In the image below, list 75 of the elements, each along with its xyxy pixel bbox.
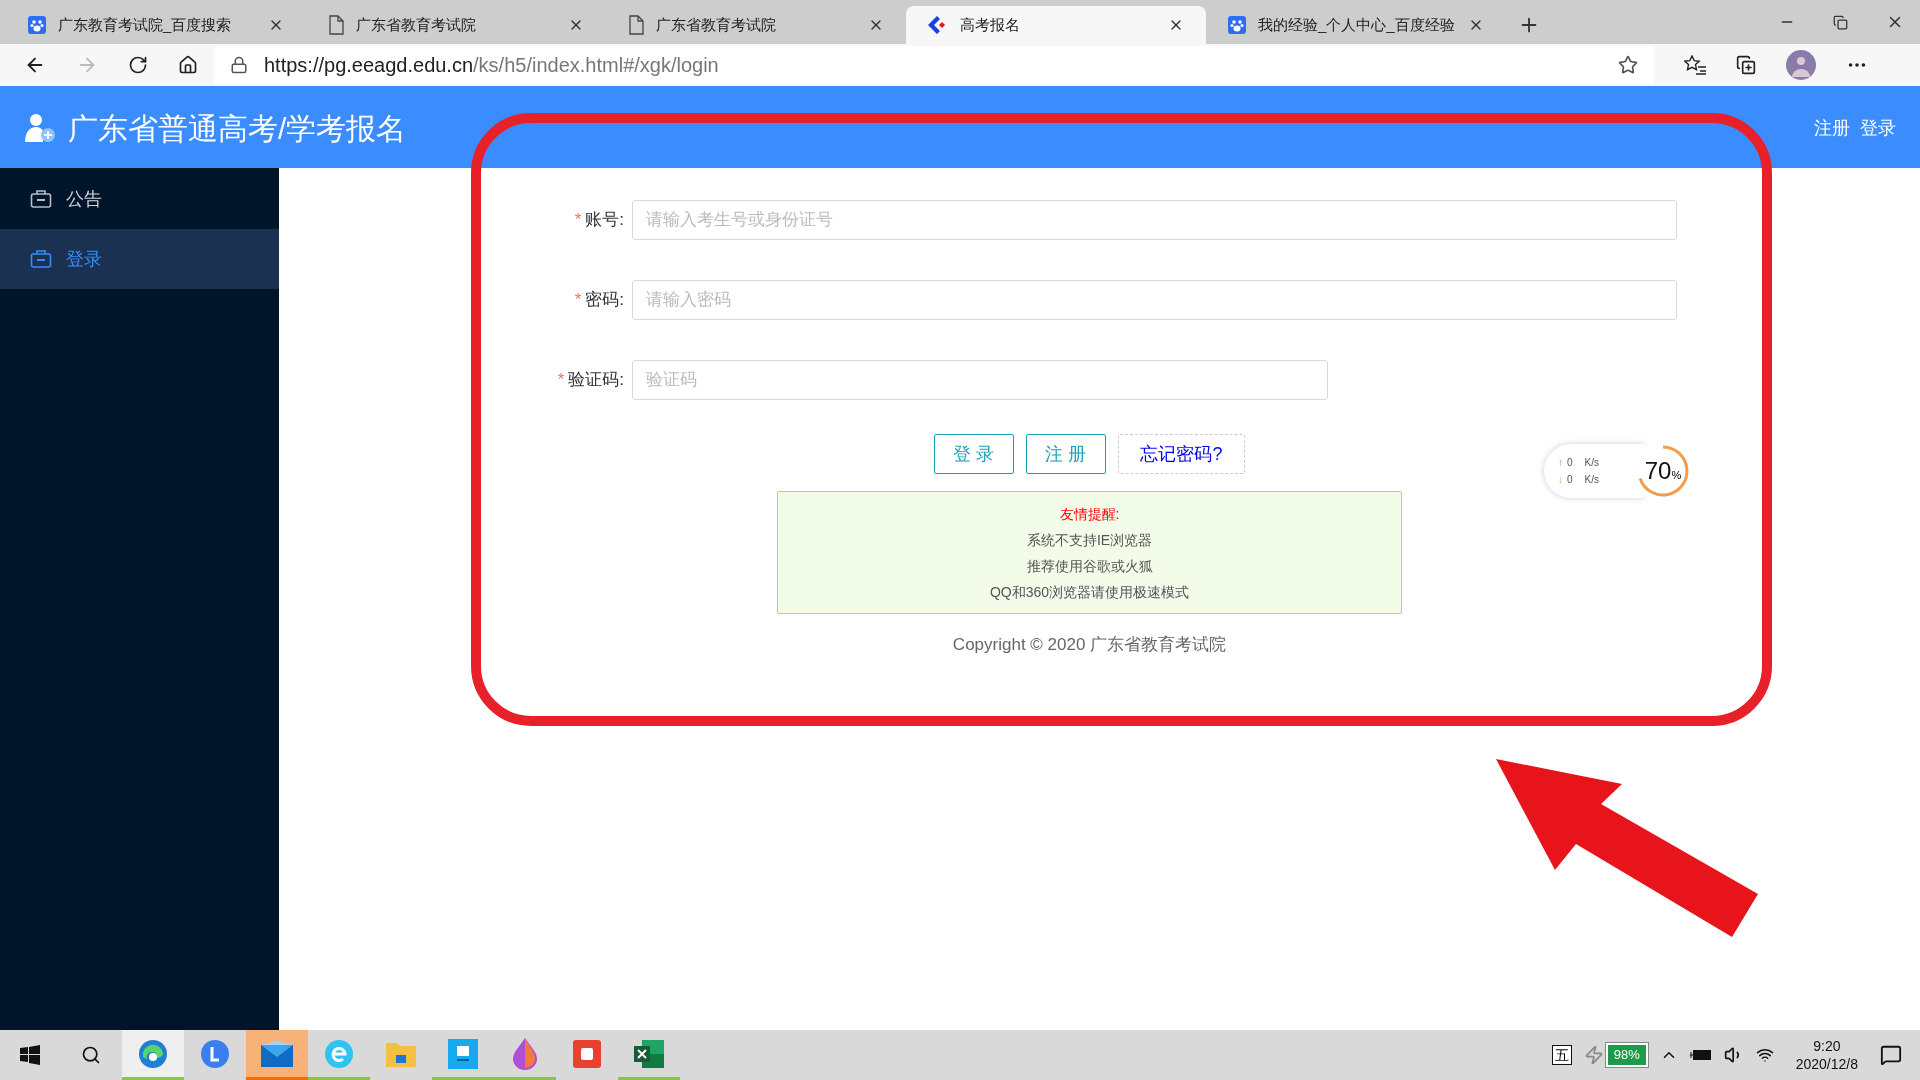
percent-sign: % [1671, 468, 1682, 483]
download-speed: 0 [1567, 473, 1573, 487]
download-unit: K/s [1584, 473, 1599, 487]
browser-tab[interactable]: 广东教育考试院_百度搜索 [6, 6, 306, 44]
home-icon[interactable] [178, 55, 198, 75]
mail-icon[interactable] [261, 1040, 293, 1067]
memory-percent: 70 [1644, 456, 1672, 486]
avatar-icon[interactable] [1786, 50, 1816, 80]
restore-icon[interactable] [1833, 14, 1848, 30]
field-label: 密码: [585, 289, 624, 312]
notification-icon[interactable] [1880, 1044, 1902, 1066]
windows-start-icon[interactable] [20, 1045, 40, 1065]
download-arrow: ↓ [1558, 473, 1563, 487]
collections-icon[interactable] [1736, 55, 1756, 75]
notice-line: 系统不支持IE浏览器 [1026, 531, 1153, 550]
browser-app-icon[interactable] [138, 1038, 168, 1069]
search-icon[interactable] [81, 1045, 101, 1065]
required-mark: * [557, 369, 565, 392]
field-label: 验证码: [568, 369, 624, 392]
page-icon [628, 15, 644, 35]
taskbar-button[interactable] [246, 1030, 308, 1080]
upload-arrow: ↑ [1558, 456, 1563, 470]
clock-date[interactable]: 2020/12/8 [1795, 1055, 1858, 1073]
percent-ring [1638, 445, 1689, 497]
address-field[interactable]: https://pg.eeagd.edu.cn/ks/h5/index.html#/xgk/login [214, 46, 1654, 84]
input-field[interactable]: 请输入密码 [632, 280, 1677, 320]
wifi-icon[interactable] [1755, 1046, 1774, 1064]
favorites-icon[interactable] [1684, 55, 1706, 75]
charging-icon [1583, 1045, 1604, 1065]
star-icon[interactable] [1618, 55, 1638, 75]
ime-indicator[interactable]: 五 [1551, 1045, 1572, 1065]
required-mark: * [574, 209, 582, 232]
required-mark: * [574, 289, 582, 312]
tab-title: 高考报名 [960, 14, 1021, 35]
record-app-icon[interactable] [573, 1039, 601, 1068]
browser-tab[interactable]: 我的经验_个人中心_百度经验 [1206, 6, 1506, 44]
site-title: 广东省普通高考/学考报名 [68, 110, 407, 147]
paw-icon [28, 16, 46, 34]
tab-title: 广东省教育考试院 [356, 14, 477, 35]
briefcase-icon [30, 249, 52, 269]
clock-time[interactable]: 9:20 [1813, 1037, 1841, 1055]
notice-line: 推荐使用谷歌或火狐 [1026, 557, 1153, 576]
notice-line: QQ和360浏览器请使用极速模式 [989, 583, 1190, 602]
diamond-logo-icon [928, 16, 948, 34]
sidebar-item[interactable]: 公告 [0, 169, 279, 229]
upload-speed: 0 [1567, 456, 1573, 470]
sidebar-item[interactable]: 登录 [0, 229, 279, 289]
spreadsheet-app-icon[interactable] [634, 1039, 664, 1068]
letter-app-icon[interactable] [200, 1038, 230, 1069]
drop-icon[interactable] [512, 1037, 538, 1070]
briefcase-icon [30, 189, 52, 209]
tab-title: 广东省教育考试院 [656, 14, 777, 35]
url-text: https://pg.eeagd.edu.cn/ks/h5/index.html#/xgk/login [264, 53, 720, 78]
page-icon [328, 15, 344, 35]
user-add-icon [24, 112, 56, 144]
tab-title: 我的经验_个人中心_百度经验 [1258, 14, 1456, 35]
reload-icon[interactable] [128, 55, 148, 75]
battery-icon[interactable] [1689, 1049, 1712, 1061]
folder-icon[interactable] [386, 1040, 416, 1067]
browser-tab[interactable]: 高考报名 [906, 6, 1206, 44]
field-label: 账号: [585, 209, 624, 232]
input-field[interactable]: 验证码 [632, 360, 1328, 400]
taskbar-button[interactable] [122, 1030, 184, 1080]
form-button[interactable]: 忘记密码? [1118, 434, 1245, 474]
lock-icon [230, 56, 248, 74]
copyright-text: Copyright © 2020 广东省教育考试院 [951, 634, 1228, 656]
upload-unit: K/s [1584, 456, 1599, 470]
battery-badge: 98% [1605, 1043, 1648, 1067]
paw-icon [1228, 16, 1246, 34]
window-app-icon[interactable] [448, 1038, 478, 1069]
browser-tab[interactable]: 广东省教育考试院 [306, 6, 606, 44]
browser-tab[interactable]: 广东省教育考试院 [606, 6, 906, 44]
tab-title: 广东教育考试院_百度搜索 [58, 14, 233, 35]
input-field[interactable]: 请输入考生号或身份证号 [632, 200, 1677, 240]
notice-title: 友情提醒: [1059, 505, 1120, 524]
